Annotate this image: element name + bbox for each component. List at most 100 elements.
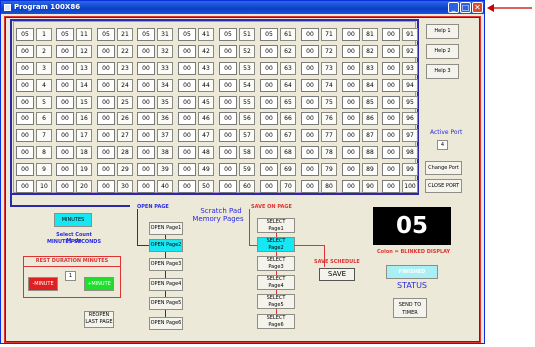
timer-value-field[interactable]: 00 <box>382 112 400 125</box>
timer-value-field[interactable]: 00 <box>16 112 34 125</box>
timer-slot-button[interactable]: 21 <box>117 28 133 41</box>
timer-slot-button[interactable]: 87 <box>362 129 378 142</box>
timer-slot-button[interactable]: 49 <box>198 163 214 176</box>
timer-slot-button[interactable]: 41 <box>198 28 214 41</box>
timer-value-field[interactable]: 00 <box>56 45 74 58</box>
timer-value-field[interactable]: 00 <box>137 163 155 176</box>
minus-minute-button[interactable]: -MINUTE <box>28 277 58 291</box>
timer-slot-button[interactable]: 70 <box>280 180 296 193</box>
open-page-1-button[interactable]: OPEN Page1 <box>149 222 183 235</box>
timer-value-field[interactable]: 00 <box>97 180 115 193</box>
timer-slot-button[interactable]: 62 <box>280 45 296 58</box>
timer-slot-button[interactable]: 12 <box>76 45 92 58</box>
timer-slot-button[interactable]: 64 <box>280 79 296 92</box>
timer-value-field[interactable]: 00 <box>16 163 34 176</box>
timer-slot-button[interactable]: 13 <box>76 62 92 75</box>
timer-slot-button[interactable]: 30 <box>117 180 133 193</box>
timer-value-field[interactable]: 00 <box>382 180 400 193</box>
timer-slot-button[interactable]: 18 <box>76 146 92 159</box>
timer-value-field[interactable]: 00 <box>137 146 155 159</box>
open-page-5-button[interactable]: OPEN Page5 <box>149 297 183 310</box>
timer-slot-button[interactable]: 75 <box>321 96 337 109</box>
timer-slot-button[interactable]: 71 <box>321 28 337 41</box>
timer-slot-button[interactable]: 88 <box>362 146 378 159</box>
timer-value-field[interactable]: 00 <box>137 129 155 142</box>
timer-slot-button[interactable]: 81 <box>362 28 378 41</box>
timer-slot-button[interactable]: 77 <box>321 129 337 142</box>
open-page-4-button[interactable]: OPEN Page4 <box>149 278 183 291</box>
timer-value-field[interactable]: 05 <box>16 28 34 41</box>
timer-value-field[interactable]: 00 <box>16 79 34 92</box>
timer-value-field[interactable]: 00 <box>56 163 74 176</box>
timer-value-field[interactable]: 00 <box>382 79 400 92</box>
timer-value-field[interactable]: 05 <box>178 28 196 41</box>
timer-value-field[interactable]: 00 <box>301 28 319 41</box>
timer-slot-button[interactable]: 56 <box>239 112 255 125</box>
timer-value-field[interactable]: 00 <box>56 79 74 92</box>
timer-slot-button[interactable]: 3 <box>36 62 52 75</box>
timer-slot-button[interactable]: 90 <box>362 180 378 193</box>
timer-value-field[interactable]: 00 <box>16 180 34 193</box>
timer-slot-button[interactable]: 42 <box>198 45 214 58</box>
timer-value-field[interactable]: 00 <box>342 96 360 109</box>
timer-value-field[interactable]: 00 <box>16 96 34 109</box>
timer-slot-button[interactable]: 40 <box>157 180 173 193</box>
help-3-button[interactable]: Help 3 <box>426 64 459 79</box>
timer-slot-button[interactable]: 34 <box>157 79 173 92</box>
timer-value-field[interactable]: 00 <box>137 45 155 58</box>
timer-slot-button[interactable]: 46 <box>198 112 214 125</box>
timer-slot-button[interactable]: 29 <box>117 163 133 176</box>
timer-value-field[interactable]: 00 <box>260 62 278 75</box>
timer-slot-button[interactable]: 38 <box>157 146 173 159</box>
timer-value-field[interactable]: 00 <box>56 129 74 142</box>
timer-slot-button[interactable]: 99 <box>402 163 418 176</box>
timer-slot-button[interactable]: 80 <box>321 180 337 193</box>
timer-slot-button[interactable]: 59 <box>239 163 255 176</box>
timer-slot-button[interactable]: 85 <box>362 96 378 109</box>
timer-value-field[interactable]: 00 <box>219 129 237 142</box>
timer-slot-button[interactable]: 25 <box>117 96 133 109</box>
timer-value-field[interactable]: 00 <box>219 146 237 159</box>
title-bar[interactable]: Program 100X86 _ □ ✕ <box>1 1 484 14</box>
timer-value-field[interactable]: 00 <box>97 96 115 109</box>
timer-value-field[interactable]: 00 <box>178 163 196 176</box>
timer-slot-button[interactable]: 7 <box>36 129 52 142</box>
timer-slot-button[interactable]: 1 <box>36 28 52 41</box>
timer-value-field[interactable]: 00 <box>301 96 319 109</box>
timer-slot-button[interactable]: 5 <box>36 96 52 109</box>
timer-value-field[interactable]: 05 <box>219 28 237 41</box>
timer-value-field[interactable]: 00 <box>97 146 115 159</box>
timer-slot-button[interactable]: 65 <box>280 96 296 109</box>
timer-value-field[interactable]: 00 <box>342 112 360 125</box>
timer-value-field[interactable]: 00 <box>260 163 278 176</box>
select-page-5-button[interactable]: SELECT Page5 <box>257 294 295 309</box>
timer-slot-button[interactable]: 53 <box>239 62 255 75</box>
timer-value-field[interactable]: 00 <box>56 96 74 109</box>
timer-value-field[interactable]: 00 <box>342 146 360 159</box>
timer-slot-button[interactable]: 48 <box>198 146 214 159</box>
timer-value-field[interactable]: 00 <box>382 62 400 75</box>
timer-slot-button[interactable]: 55 <box>239 96 255 109</box>
timer-value-field[interactable]: 00 <box>219 45 237 58</box>
timer-slot-button[interactable]: 52 <box>239 45 255 58</box>
timer-value-field[interactable]: 00 <box>178 129 196 142</box>
timer-value-field[interactable]: 00 <box>382 45 400 58</box>
timer-slot-button[interactable]: 28 <box>117 146 133 159</box>
timer-slot-button[interactable]: 22 <box>117 45 133 58</box>
timer-slot-button[interactable]: 69 <box>280 163 296 176</box>
timer-value-field[interactable]: 00 <box>178 96 196 109</box>
timer-slot-button[interactable]: 86 <box>362 112 378 125</box>
save-button[interactable]: SAVE <box>319 268 355 281</box>
timer-slot-button[interactable]: 76 <box>321 112 337 125</box>
timer-slot-button[interactable]: 66 <box>280 112 296 125</box>
count-mode-button[interactable]: MINUTES <box>54 213 92 227</box>
timer-value-field[interactable]: 00 <box>342 28 360 41</box>
timer-slot-button[interactable]: 10 <box>36 180 52 193</box>
timer-value-field[interactable]: 00 <box>342 129 360 142</box>
timer-slot-button[interactable]: 36 <box>157 112 173 125</box>
timer-slot-button[interactable]: 60 <box>239 180 255 193</box>
timer-value-field[interactable]: 00 <box>178 180 196 193</box>
timer-value-field[interactable]: 00 <box>97 79 115 92</box>
timer-value-field[interactable]: 00 <box>219 62 237 75</box>
timer-slot-button[interactable]: 92 <box>402 45 418 58</box>
